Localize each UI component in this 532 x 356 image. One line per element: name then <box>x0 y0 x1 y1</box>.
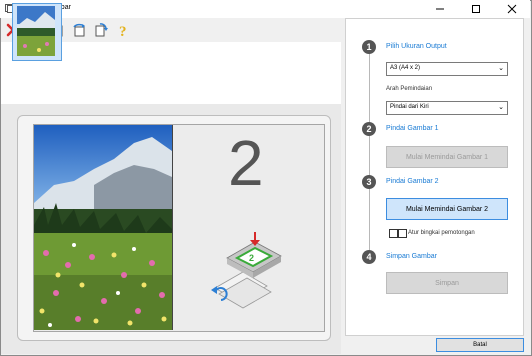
scan-image-2-button[interactable]: Mulai Memindai Gambar 2 <box>386 198 508 220</box>
save-button[interactable]: Simpan <box>386 272 508 294</box>
svg-text:2: 2 <box>249 253 254 263</box>
page-divider <box>172 125 173 330</box>
minimize-icon <box>436 8 444 10</box>
step-1-title: Pilih Ukuran Output <box>386 43 447 50</box>
output-size-value: A3 (A4 x 2) <box>390 65 421 71</box>
thumbnail-item[interactable] <box>12 3 62 61</box>
next-page-number: 2 <box>228 127 264 199</box>
scan-direction-label: Arah Pemindaian <box>386 86 433 92</box>
close-icon <box>507 4 517 14</box>
scanned-image-1 <box>34 125 172 330</box>
thumbnail-image <box>17 6 55 56</box>
step-4-badge: 4 <box>362 250 376 264</box>
step-1-badge: 1 <box>362 40 376 54</box>
step-4-title: Simpan Gambar <box>386 253 437 260</box>
step-3-badge: 3 <box>362 175 376 189</box>
rotate-right-button[interactable] <box>92 21 110 39</box>
cancel-button[interactable]: Batal <box>436 338 524 352</box>
help-icon: ? <box>119 24 127 38</box>
step-2-badge: 2 <box>362 122 376 136</box>
help-button[interactable]: ? <box>115 21 133 39</box>
maximize-button[interactable] <box>458 0 494 18</box>
rotate-180-button[interactable] <box>70 21 88 39</box>
scan-image-1-button[interactable]: Mulai Memindai Gambar 1 <box>386 146 508 168</box>
minimize-button[interactable] <box>422 0 458 18</box>
scan-direction-value: Pindai dari Kiri <box>390 104 429 110</box>
steps-connector-line <box>369 50 370 262</box>
chevron-down-icon: ⌄ <box>498 65 504 72</box>
svg-text:?: ? <box>119 24 127 38</box>
close-button[interactable] <box>494 0 530 18</box>
rotate-180-icon <box>73 23 85 37</box>
scan-direction-select[interactable]: Pindai dari Kiri ⌄ <box>386 101 508 115</box>
crop-frame-label: Atur bingkai pemotongan <box>408 230 475 236</box>
chevron-down-icon: ⌄ <box>498 104 504 111</box>
scanner-illustration-icon: 2 <box>211 232 282 309</box>
maximize-icon <box>472 5 480 13</box>
crop-frame-checkbox[interactable] <box>398 229 407 238</box>
step-3-title: Pindai Gambar 2 <box>386 178 439 185</box>
rotate-right-icon <box>95 23 108 37</box>
crop-frame-checkbox-outline <box>389 229 398 238</box>
title-bar: Rangkai Gambar <box>0 0 530 18</box>
step-2-title: Pindai Gambar 1 <box>386 125 439 132</box>
output-size-select[interactable]: A3 (A4 x 2) ⌄ <box>386 62 508 76</box>
